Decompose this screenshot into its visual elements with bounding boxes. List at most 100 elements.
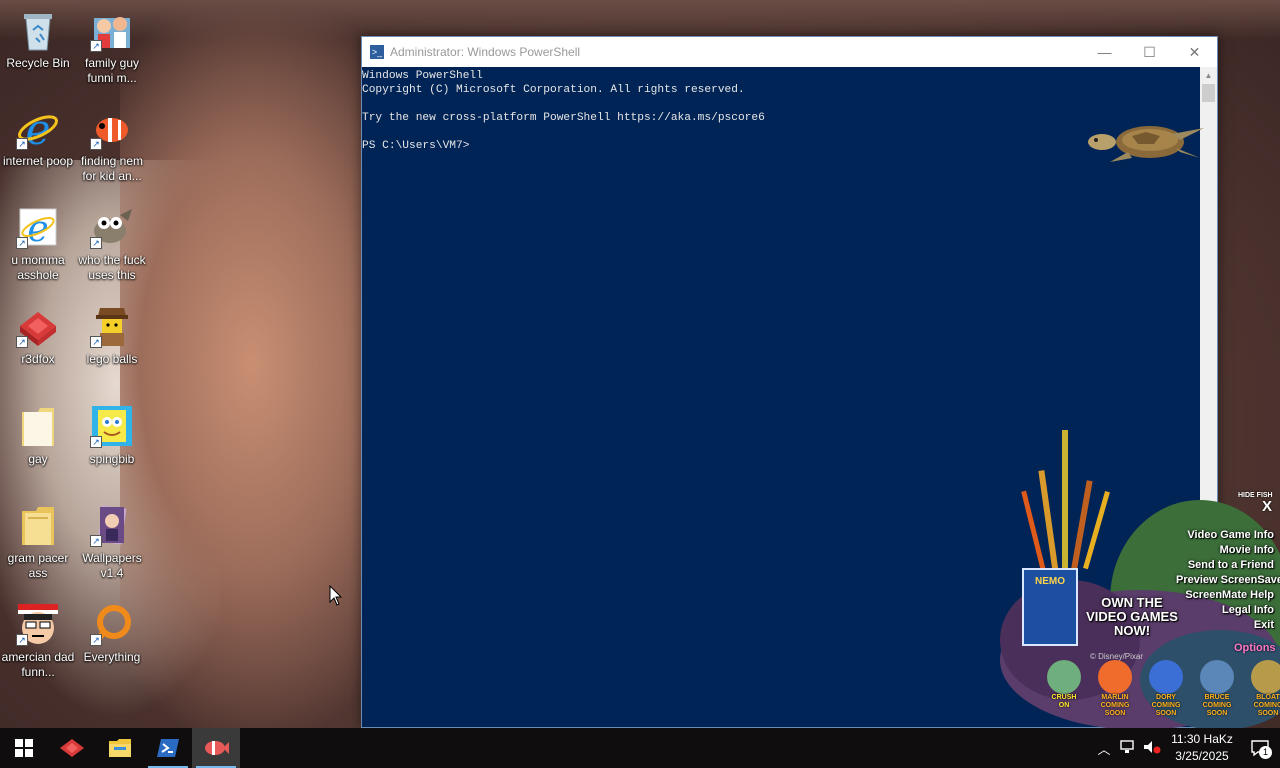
powershell-icon bbox=[157, 739, 179, 757]
taskbar-nemo-screenmate[interactable] bbox=[192, 728, 240, 768]
desktop-icon-spingbib[interactable]: ↗ spingbib bbox=[74, 404, 150, 467]
desktop-icon-lego-balls[interactable]: ↗ lego balls bbox=[74, 304, 150, 367]
close-button[interactable]: ✕ bbox=[1172, 37, 1217, 67]
menu-item-legal-info[interactable]: Legal Info bbox=[1176, 603, 1280, 618]
desktop-icon-label: finding nem for kid an... bbox=[80, 154, 144, 183]
shortcut-arrow-icon: ↗ bbox=[16, 237, 28, 249]
character-dory[interactable]: DORY COMING SOON bbox=[1142, 660, 1190, 718]
bloat-pufferfish-icon bbox=[1251, 660, 1280, 694]
lego-figure-icon: ↗ bbox=[90, 304, 134, 348]
crush-turtle-icon bbox=[1047, 660, 1081, 694]
menu-item-send-to-friend[interactable]: Send to a Friend bbox=[1176, 558, 1280, 573]
wallpaper-shade bbox=[0, 0, 1280, 40]
action-center-button[interactable]: 1 bbox=[1240, 728, 1280, 768]
character-status: COMING SOON bbox=[1100, 702, 1130, 717]
internet-explorer-icon: e ↗ bbox=[16, 205, 60, 250]
desktop-icon-wallpapers[interactable]: ↗ Wallpapers v1.4 bbox=[74, 503, 150, 581]
desktop-icon-gimp[interactable]: ↗ who the fuck uses this bbox=[74, 205, 150, 283]
desktop-icon-family-guy[interactable]: ↗ family guy funni m... bbox=[74, 8, 150, 86]
taskbar-powershell[interactable] bbox=[144, 728, 192, 768]
menu-item-preview-screensaver[interactable]: Preview ScreenSaver bbox=[1176, 573, 1280, 588]
taskbar-file-explorer[interactable] bbox=[96, 728, 144, 768]
clock-date: 3/25/2025 bbox=[1175, 749, 1229, 763]
file-explorer-icon bbox=[109, 739, 131, 757]
nemo-game-box[interactable]: NEMO bbox=[1022, 568, 1078, 646]
desktop-icon-american-dad[interactable]: ↗ amercian dad funn... bbox=[0, 602, 76, 680]
shortcut-arrow-icon: ↗ bbox=[90, 634, 102, 646]
volume-muted-icon[interactable] bbox=[1140, 740, 1164, 757]
nemo-screenmate-icon bbox=[205, 741, 229, 755]
menu-item-exit[interactable]: Exit bbox=[1176, 618, 1280, 633]
r3dfox-icon bbox=[60, 739, 84, 757]
character-status: COMING SOON bbox=[1202, 702, 1232, 717]
character-status: COMING SOON bbox=[1151, 702, 1181, 717]
sea-turtle-screenmate[interactable] bbox=[1088, 118, 1206, 166]
options-button[interactable]: Options bbox=[1234, 642, 1276, 654]
spongebob-icon: ↗ bbox=[90, 404, 134, 448]
character-bruce[interactable]: BRUCE COMING SOON bbox=[1193, 660, 1241, 718]
character-status: ON bbox=[1058, 702, 1070, 709]
family-guy-icon: ↗ bbox=[90, 8, 134, 52]
desktop-icon-gram-pacer[interactable]: gram pacer ass bbox=[0, 503, 76, 581]
desktop-icon-label: u momma asshole bbox=[11, 253, 65, 282]
taskbar-r3dfox[interactable] bbox=[48, 728, 96, 768]
character-name: BLOAT bbox=[1256, 694, 1280, 701]
console-line: Copyright (C) Microsoft Corporation. All… bbox=[362, 84, 745, 96]
window-titlebar[interactable]: >_ Administrator: Windows PowerShell — ☐… bbox=[362, 37, 1217, 67]
desktop-icon-finding-nemo[interactable]: ↗ finding nem for kid an... bbox=[74, 106, 150, 184]
nemo-fish-icon: ↗ bbox=[90, 106, 134, 150]
console-line: Try the new cross-platform PowerShell ht… bbox=[362, 112, 765, 124]
desktop-icon-label: spingbib bbox=[89, 452, 135, 466]
desktop-icon-label: r3dfox bbox=[21, 352, 55, 366]
character-name: CRUSH bbox=[1051, 694, 1077, 701]
menu-item-screenmate-help[interactable]: ScreenMate Help bbox=[1176, 588, 1280, 603]
character-crush[interactable]: CRUSH ON bbox=[1040, 660, 1088, 718]
desktop-icon-label: gay bbox=[28, 452, 48, 466]
desktop-icon-label: Wallpapers v1.4 bbox=[82, 551, 142, 580]
screenmate-menu: Video Game Info Movie Info Send to a Fri… bbox=[1176, 528, 1280, 633]
folder-icon bbox=[16, 503, 60, 547]
desktop-icon-r3dfox[interactable]: ↗ r3dfox bbox=[0, 304, 76, 367]
recycle-bin-icon bbox=[16, 8, 60, 52]
desktop-icon-u-momma[interactable]: e ↗ u momma asshole bbox=[0, 205, 76, 283]
screenmate-close-button[interactable]: X bbox=[1262, 498, 1272, 515]
character-marlin[interactable]: MARLIN COMING SOON bbox=[1091, 660, 1139, 718]
bruce-shark-icon bbox=[1200, 660, 1234, 694]
menu-item-video-game-info[interactable]: Video Game Info bbox=[1176, 528, 1280, 543]
desktop-icon-label: Recycle Bin bbox=[6, 56, 70, 70]
window-title: Administrator: Windows PowerShell bbox=[390, 45, 581, 59]
character-name: MARLIN bbox=[1101, 694, 1129, 701]
desktop-icon-label: gram pacer ass bbox=[7, 551, 69, 580]
taskbar-clock[interactable]: 11:30 HaKz 3/25/2025 bbox=[1164, 731, 1240, 765]
character-bloat[interactable]: BLOAT COMING SOON bbox=[1244, 660, 1280, 718]
start-button[interactable] bbox=[0, 728, 48, 768]
network-icon[interactable] bbox=[1116, 739, 1140, 757]
maximize-button[interactable]: ☐ bbox=[1127, 37, 1172, 67]
wallpapers-icon: ↗ bbox=[90, 503, 134, 547]
menu-item-movie-info[interactable]: Movie Info bbox=[1176, 543, 1280, 558]
r3dfox-icon: ↗ bbox=[16, 304, 60, 348]
minimize-button[interactable]: — bbox=[1082, 37, 1127, 67]
desktop-icon-gay[interactable]: gay bbox=[0, 404, 76, 467]
svg-text:e: e bbox=[26, 106, 51, 150]
shortcut-arrow-icon: ↗ bbox=[90, 336, 102, 348]
clock-time: 11:30 HaKz bbox=[1171, 732, 1233, 746]
scrollbar-thumb[interactable] bbox=[1202, 84, 1215, 102]
character-name: BRUCE bbox=[1204, 694, 1230, 701]
console-prompt[interactable]: PS C:\Users\VM7> bbox=[362, 139, 1200, 153]
notification-count: 1 bbox=[1259, 746, 1272, 759]
chevron-up-icon[interactable]: ︿ bbox=[1092, 739, 1116, 758]
desktop-icon-internet-poop[interactable]: e ↗ internet poop bbox=[0, 105, 76, 169]
desktop-icon-everything[interactable]: ↗ Everything bbox=[74, 602, 150, 665]
dory-fish-icon bbox=[1149, 660, 1183, 694]
mouse-cursor-icon bbox=[329, 584, 343, 607]
desktop-icon-label: family guy funni m... bbox=[84, 56, 140, 85]
desktop-icon-label: amercian dad funn... bbox=[1, 650, 75, 679]
desktop-icon-recycle-bin[interactable]: Recycle Bin bbox=[0, 8, 76, 71]
shortcut-arrow-icon: ↗ bbox=[90, 138, 102, 150]
scroll-up-arrow-icon[interactable]: ▲ bbox=[1200, 67, 1217, 84]
promo-text[interactable]: OWN THE VIDEO GAMES NOW! bbox=[1080, 596, 1184, 638]
shortcut-arrow-icon: ↗ bbox=[90, 40, 102, 52]
